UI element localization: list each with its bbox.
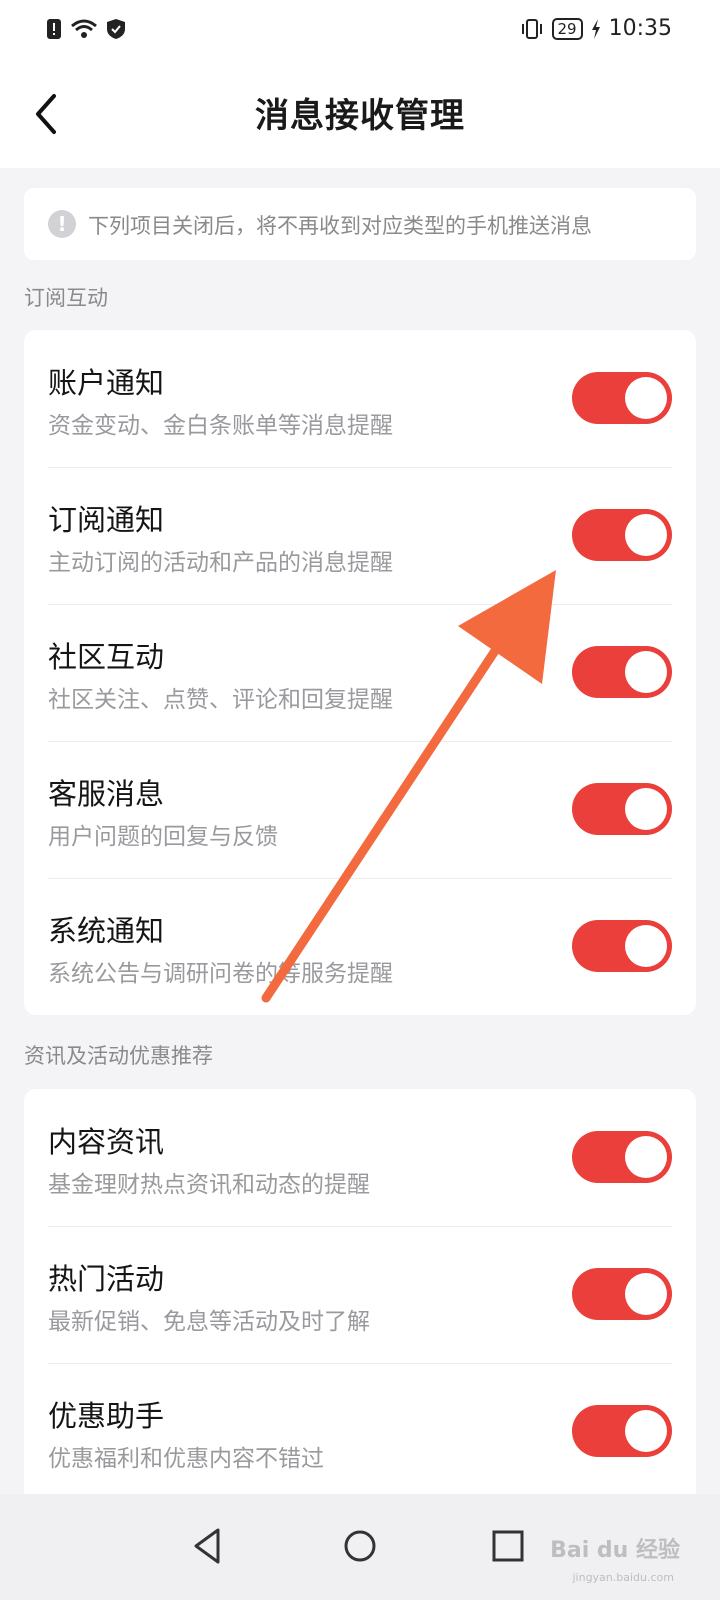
toggle-knob bbox=[625, 377, 667, 419]
vibrate-icon bbox=[521, 18, 542, 39]
setting-row-discount-helper: 优惠助手 优惠福利和优惠内容不错过 bbox=[24, 1363, 696, 1500]
setting-row-account-notice: 账户通知 资金变动、金白条账单等消息提醒 bbox=[24, 330, 696, 467]
system-nav-bar: Bai du 经验 jingyan.baidu.com bbox=[0, 1494, 720, 1600]
setting-title: 账户通知 bbox=[48, 366, 165, 400]
toggle-knob bbox=[625, 1136, 667, 1178]
watermark-url: jingyan.baidu.com bbox=[572, 1571, 674, 1584]
setting-subtitle: 资金变动、金白条账单等消息提醒 bbox=[48, 413, 393, 439]
toggle-switch[interactable] bbox=[572, 1268, 672, 1320]
settings-card-recommend: 内容资讯 基金理财热点资讯和动态的提醒 热门活动 最新促销、免息等活动及时了解 … bbox=[24, 1089, 696, 1500]
setting-subtitle: 主动订阅的活动和产品的消息提醒 bbox=[48, 550, 393, 576]
nav-home-button[interactable] bbox=[338, 1524, 382, 1568]
setting-subtitle: 用户问题的回复与反馈 bbox=[48, 824, 278, 850]
setting-title: 优惠助手 bbox=[48, 1399, 165, 1433]
settings-card-subscribe: 账户通知 资金变动、金白条账单等消息提醒 订阅通知 主动订阅的活动和产品的消息提… bbox=[24, 330, 696, 1015]
setting-title: 社区互动 bbox=[48, 640, 165, 674]
charging-icon bbox=[591, 18, 600, 39]
setting-subtitle: 基金理财热点资讯和动态的提醒 bbox=[48, 1172, 370, 1198]
alert-sim-icon bbox=[47, 19, 61, 39]
page-header: 消息接收管理 bbox=[0, 62, 720, 168]
setting-subtitle: 系统公告与调研问卷的等服务提醒 bbox=[48, 961, 393, 987]
triangle-back-icon bbox=[194, 1528, 220, 1564]
toggle-switch[interactable] bbox=[572, 646, 672, 698]
toggle-switch[interactable] bbox=[572, 783, 672, 835]
status-bar: 29 10:35 bbox=[0, 0, 720, 62]
setting-subtitle: 社区关注、点赞、评论和回复提醒 bbox=[48, 687, 393, 713]
section-label-recommend: 资讯及活动优惠推荐 bbox=[24, 1044, 213, 1068]
toggle-switch[interactable] bbox=[572, 1405, 672, 1457]
nav-recents-button[interactable] bbox=[486, 1524, 530, 1568]
status-right: 29 10:35 bbox=[520, 16, 672, 41]
square-recents-icon bbox=[492, 1530, 524, 1562]
toggle-knob bbox=[625, 1273, 667, 1315]
toggle-switch[interactable] bbox=[572, 920, 672, 972]
setting-title: 热门活动 bbox=[48, 1262, 165, 1296]
setting-subtitle: 优惠福利和优惠内容不错过 bbox=[48, 1446, 324, 1472]
battery-level: 29 bbox=[551, 17, 583, 40]
setting-title: 订阅通知 bbox=[48, 503, 165, 537]
status-time: 10:35 bbox=[608, 16, 672, 41]
setting-subtitle: 最新促销、免息等活动及时了解 bbox=[48, 1309, 370, 1335]
toggle-knob bbox=[625, 514, 667, 556]
setting-row-hot-activity: 热门活动 最新促销、免息等活动及时了解 bbox=[24, 1226, 696, 1363]
setting-title: 系统通知 bbox=[48, 914, 165, 948]
toggle-knob bbox=[625, 1410, 667, 1452]
setting-title: 客服消息 bbox=[48, 777, 165, 811]
setting-title: 内容资讯 bbox=[48, 1125, 165, 1159]
wifi-icon bbox=[71, 19, 97, 38]
info-exclamation-icon: ! bbox=[48, 210, 76, 238]
nav-back-button[interactable] bbox=[186, 1524, 230, 1568]
toggle-switch[interactable] bbox=[572, 509, 672, 561]
toggle-knob bbox=[625, 925, 667, 967]
setting-row-system-notice: 系统通知 系统公告与调研问卷的等服务提醒 bbox=[24, 878, 696, 1015]
circle-home-icon bbox=[344, 1530, 376, 1562]
section-label-subscribe: 订阅互动 bbox=[24, 286, 108, 310]
setting-row-subscription-notice: 订阅通知 主动订阅的活动和产品的消息提醒 bbox=[24, 467, 696, 604]
toggle-switch[interactable] bbox=[572, 1131, 672, 1183]
status-left-icons bbox=[46, 18, 126, 40]
toggle-knob bbox=[625, 788, 667, 830]
setting-row-customer-service: 客服消息 用户问题的回复与反馈 bbox=[24, 741, 696, 878]
notice-text: 下列项目关闭后，将不再收到对应类型的手机推送消息 bbox=[88, 214, 592, 238]
notice-banner: ! 下列项目关闭后，将不再收到对应类型的手机推送消息 bbox=[24, 188, 696, 260]
setting-row-content-news: 内容资讯 基金理财热点资讯和动态的提醒 bbox=[24, 1089, 696, 1226]
watermark-logo: Bai du 经验 bbox=[550, 1538, 680, 1563]
setting-row-community: 社区互动 社区关注、点赞、评论和回复提醒 bbox=[24, 604, 696, 741]
shield-icon bbox=[107, 19, 125, 39]
page-title: 消息接收管理 bbox=[255, 96, 465, 136]
toggle-switch[interactable] bbox=[572, 372, 672, 424]
toggle-knob bbox=[625, 651, 667, 693]
